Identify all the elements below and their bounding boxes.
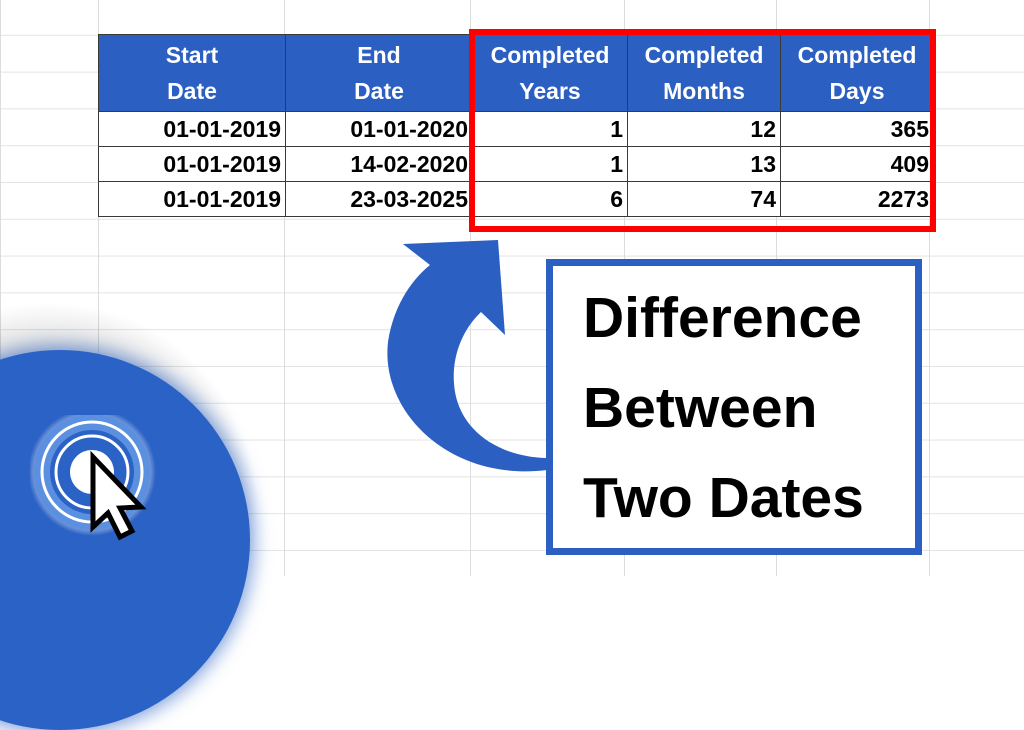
cell-completed-years[interactable]: 6 xyxy=(472,181,628,217)
cell-completed-years[interactable]: 1 xyxy=(472,111,628,147)
cell-completed-months[interactable]: 13 xyxy=(627,146,781,182)
cell-completed-days[interactable]: 409 xyxy=(780,146,934,182)
cell-end-date[interactable]: 01-01-2020 xyxy=(285,111,473,147)
cell-completed-months[interactable]: 74 xyxy=(627,181,781,217)
table-row: 01-01-2019 14-02-2020 1 13 409 xyxy=(98,146,934,182)
title-card: Difference Between Two Dates xyxy=(546,259,922,555)
table-row: 01-01-2019 01-01-2020 1 12 365 xyxy=(98,111,934,147)
header-completed-days[interactable]: Completed Days xyxy=(780,34,934,112)
cell-completed-days[interactable]: 365 xyxy=(780,111,934,147)
cell-start-date[interactable]: 01-01-2019 xyxy=(98,111,286,147)
table-header-row: Start Date End Date Completed Years Complet… xyxy=(98,34,934,112)
title-line-2: Between xyxy=(583,376,818,440)
cell-end-date[interactable]: 14-02-2020 xyxy=(285,146,473,182)
cell-end-date[interactable]: 23-03-2025 xyxy=(285,181,473,217)
cell-completed-months[interactable]: 12 xyxy=(627,111,781,147)
title-line-3: Two Dates xyxy=(583,466,864,530)
date-difference-table: Start Date End Date Completed Years Complet… xyxy=(98,34,934,217)
title-line-1: Difference xyxy=(583,286,862,350)
curved-arrow-icon xyxy=(387,240,547,472)
cell-completed-days[interactable]: 2273 xyxy=(780,181,934,217)
cell-completed-years[interactable]: 1 xyxy=(472,146,628,182)
header-completed-years[interactable]: Completed Years xyxy=(472,34,628,112)
cell-start-date[interactable]: 01-01-2019 xyxy=(98,146,286,182)
cell-start-date[interactable]: 01-01-2019 xyxy=(98,181,286,217)
table-row: 01-01-2019 23-03-2025 6 74 2273 xyxy=(98,181,934,217)
header-end-date[interactable]: End Date xyxy=(285,34,473,112)
click-cursor-icon xyxy=(30,415,156,541)
header-start-date[interactable]: Start Date xyxy=(98,34,286,112)
header-completed-months[interactable]: Completed Months xyxy=(627,34,781,112)
